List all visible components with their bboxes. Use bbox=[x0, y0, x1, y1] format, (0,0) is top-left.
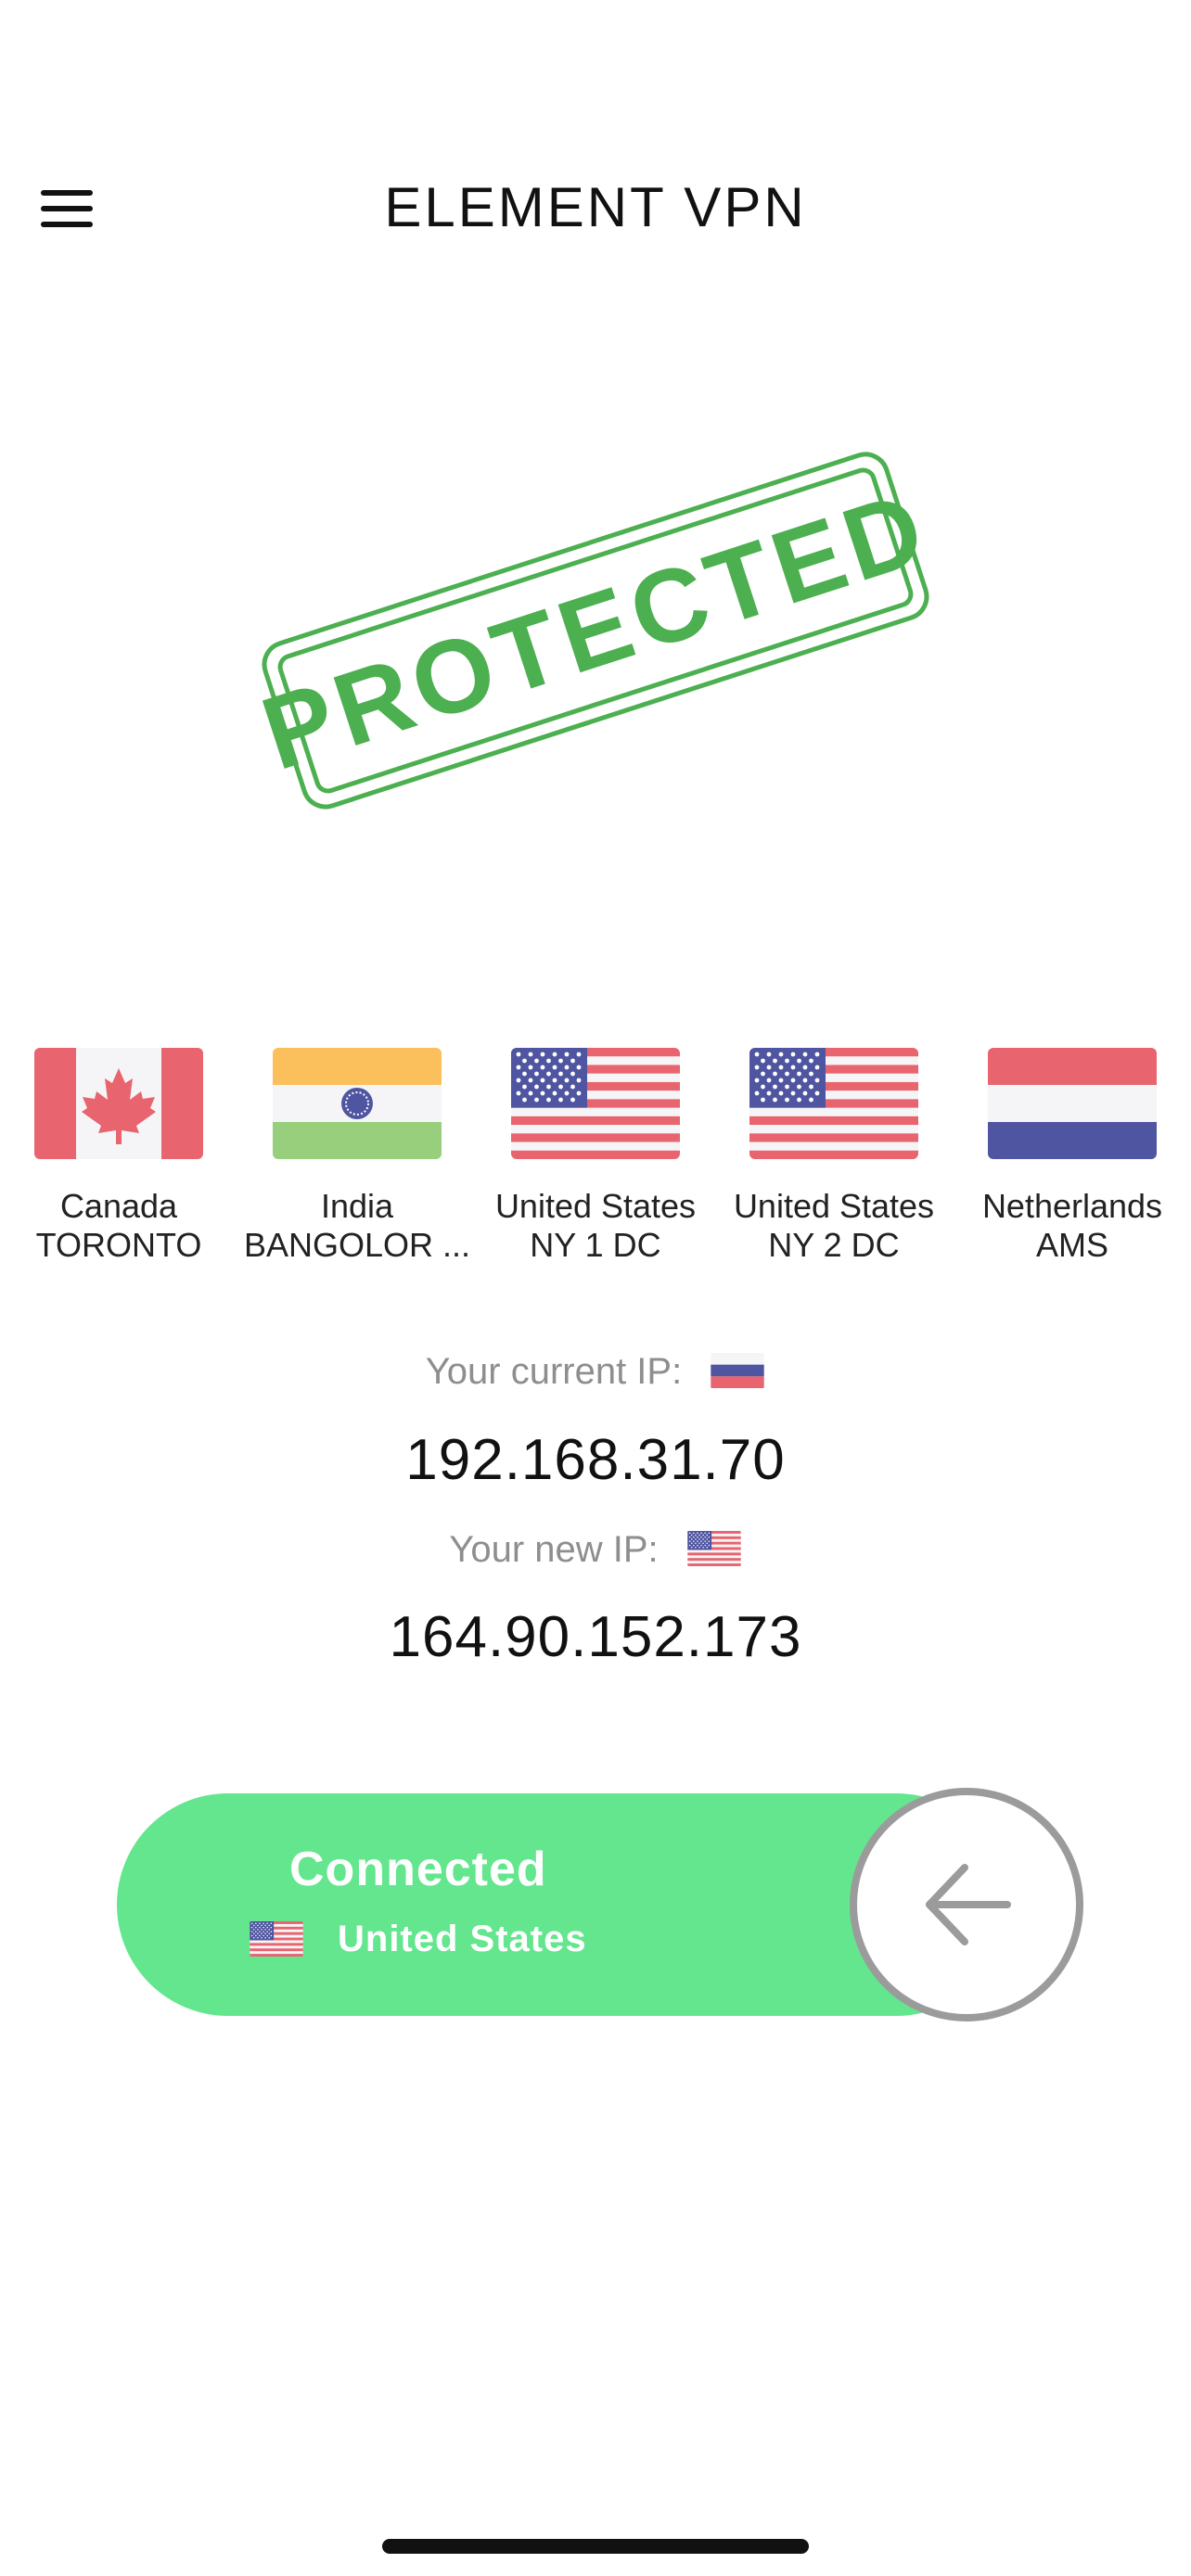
arrow-left-icon bbox=[926, 1864, 1011, 1945]
canada-flag-icon bbox=[34, 1048, 203, 1159]
server-city: AMS bbox=[1035, 1226, 1108, 1264]
india-flag-icon bbox=[273, 1048, 442, 1159]
current-ip-value: 192.168.31.70 bbox=[405, 1428, 786, 1492]
protected-stamp: PROTECTED bbox=[247, 436, 944, 825]
server-item-us-ny2[interactable]: United States NY 2 DC bbox=[715, 1048, 953, 1265]
server-country: United States bbox=[494, 1187, 697, 1225]
server-country: Canada bbox=[59, 1187, 178, 1225]
server-list[interactable]: Canada TORONTO India BANGOLOR ... United… bbox=[0, 1048, 1191, 1270]
server-item-india-bangolor[interactable]: India BANGOLOR ... bbox=[238, 1048, 476, 1265]
current-ip-label-row: Your current IP: bbox=[0, 1348, 1191, 1395]
current-ip-label: Your current IP: bbox=[425, 1351, 683, 1392]
server-country: United States bbox=[733, 1187, 935, 1225]
new-ip-label: Your new IP: bbox=[449, 1529, 659, 1570]
server-city: NY 1 DC bbox=[530, 1226, 661, 1264]
stamp-text: PROTECTED bbox=[249, 468, 941, 792]
home-indicator[interactable] bbox=[382, 2539, 809, 2554]
netherlands-flag-icon bbox=[988, 1048, 1157, 1159]
connection-status: Connected bbox=[289, 1843, 547, 1896]
usa-flag-icon bbox=[686, 1531, 742, 1566]
connection-country-row: United States bbox=[249, 1918, 587, 1960]
new-ip-value: 164.90.152.173 bbox=[389, 1605, 802, 1669]
server-item-canada-toronto[interactable]: Canada TORONTO bbox=[0, 1048, 237, 1265]
server-country: India bbox=[320, 1187, 394, 1225]
server-city: TORONTO bbox=[35, 1226, 202, 1264]
server-city: BANGOLOR ... bbox=[243, 1226, 471, 1264]
server-country: Netherlands bbox=[981, 1187, 1163, 1225]
new-ip-label-row: Your new IP: bbox=[0, 1526, 1191, 1573]
usa-flag-icon bbox=[511, 1048, 680, 1159]
russia-flag-icon bbox=[710, 1353, 765, 1388]
connection-country: United States bbox=[338, 1918, 587, 1959]
server-item-us-ny1[interactable]: United States NY 1 DC bbox=[477, 1048, 714, 1265]
usa-flag-icon bbox=[749, 1048, 918, 1159]
server-item-netherlands-ams[interactable]: Netherlands AMS bbox=[954, 1048, 1191, 1265]
slider-knob[interactable] bbox=[850, 1788, 1083, 2021]
app-title: ELEMENT VPN bbox=[384, 176, 807, 238]
usa-flag-icon bbox=[249, 1921, 304, 1957]
server-city: NY 2 DC bbox=[768, 1226, 900, 1264]
